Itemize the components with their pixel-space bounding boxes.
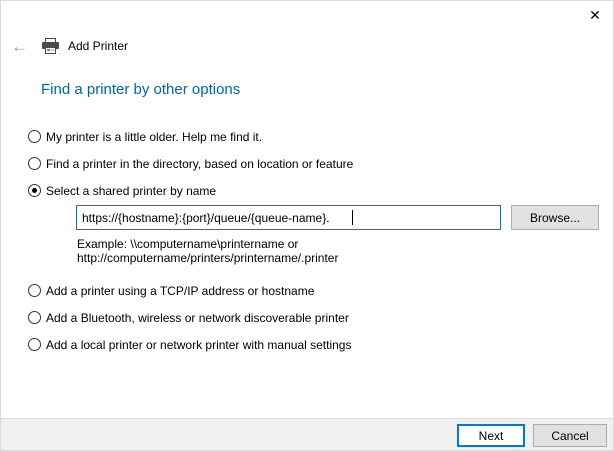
dialog-title: Add Printer [68, 39, 128, 53]
radio-icon[interactable] [28, 157, 41, 170]
radio-option-directory[interactable]: Find a printer in the directory, based o… [28, 156, 353, 171]
radio-option-tcpip[interactable]: Add a printer using a TCP/IP address or … [28, 283, 314, 298]
back-arrow-icon[interactable]: ← [11, 38, 33, 55]
cancel-button[interactable]: Cancel [533, 424, 607, 447]
radio-icon[interactable] [28, 130, 41, 143]
add-printer-dialog: ✕ ← Add Printer Find a printer by other … [0, 0, 614, 451]
shared-printer-name-input[interactable] [76, 205, 501, 230]
radio-label: Add a Bluetooth, wireless or network dis… [46, 311, 349, 325]
printer-icon [41, 38, 60, 55]
radio-label: Select a shared printer by name [46, 184, 216, 198]
radio-option-bluetooth[interactable]: Add a Bluetooth, wireless or network dis… [28, 310, 349, 325]
radio-icon[interactable] [28, 338, 41, 351]
page-title: Find a printer by other options [41, 81, 240, 98]
radio-option-local-printer[interactable]: Add a local printer or network printer w… [28, 337, 351, 352]
browse-button[interactable]: Browse... [511, 205, 599, 230]
radio-label: My printer is a little older. Help me fi… [46, 130, 262, 144]
nav-header: ← Add Printer [11, 35, 128, 57]
radio-option-older-printer[interactable]: My printer is a little older. Help me fi… [28, 129, 262, 144]
radio-icon[interactable] [28, 284, 41, 297]
text-caret [352, 210, 353, 225]
radio-icon[interactable] [28, 311, 41, 324]
radio-option-shared-printer[interactable]: Select a shared printer by name [28, 183, 216, 198]
radio-label: Find a printer in the directory, based o… [46, 157, 353, 171]
radio-icon[interactable] [28, 184, 41, 197]
next-button[interactable]: Next [457, 424, 525, 447]
close-icon[interactable]: ✕ [585, 5, 605, 25]
example-line-2: http://computername/printers/printername… [77, 251, 338, 265]
footer-divider [1, 418, 614, 419]
radio-label: Add a local printer or network printer w… [46, 338, 351, 352]
example-line-1: Example: \\computername\printername or [77, 237, 338, 251]
example-hint-text: Example: \\computername\printername or h… [77, 237, 338, 265]
radio-label: Add a printer using a TCP/IP address or … [46, 284, 314, 298]
